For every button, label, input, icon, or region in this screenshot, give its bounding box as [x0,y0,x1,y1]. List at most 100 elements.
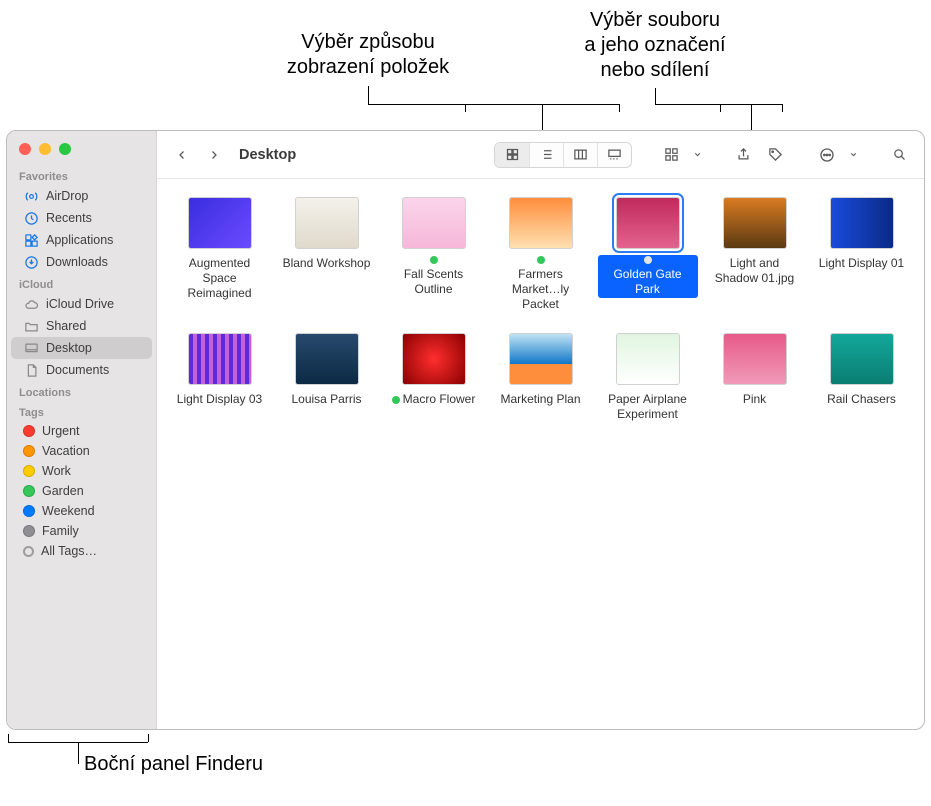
file-name: Rail Chasers [823,391,900,408]
sidebar-tag-work[interactable]: Work [11,461,152,481]
file-thumbnail [509,333,573,385]
file-thumbnail [723,333,787,385]
sidebar-tag-family[interactable]: Family [11,521,152,541]
file-item[interactable]: Paper Airplane Experiment [595,333,700,463]
file-item[interactable]: Rail Chasers [809,333,914,463]
file-item[interactable]: Fall Scents Outline [381,197,486,327]
toolbar: Desktop [157,131,924,179]
callout-line [655,88,656,104]
file-item[interactable]: Light Display 03 [167,333,272,463]
forward-button[interactable] [201,143,227,167]
sidebar-tag-all[interactable]: All Tags… [11,541,152,561]
file-name: Paper Airplane Experiment [598,391,698,423]
sidebar-item-airdrop[interactable]: AirDrop [11,185,152,207]
column-view-button[interactable] [563,143,597,167]
tag-dot-icon [23,445,35,457]
callout-bracket-end [465,104,466,112]
sidebar-item-label: Downloads [46,255,108,269]
clock-icon [23,210,39,226]
sidebar-heading-locations: Locations [7,381,156,401]
sidebar-item-label: Vacation [42,444,90,458]
sidebar-item-downloads[interactable]: Downloads [11,251,152,273]
file-item[interactable]: Pink [702,333,807,463]
airdrop-icon [23,188,39,204]
sidebar-tag-weekend[interactable]: Weekend [11,501,152,521]
file-name: Golden Gate Park [598,255,698,298]
sidebar: Favorites AirDrop Recents Applications D… [7,131,157,729]
sidebar-item-label: Applications [46,233,113,247]
file-name: Light Display 03 [173,391,266,408]
sidebar-tag-urgent[interactable]: Urgent [11,421,152,441]
callout-bracket-end [782,104,783,112]
sidebar-item-documents[interactable]: Documents [11,359,152,381]
group-by-button[interactable] [658,143,684,167]
callout-line [368,86,369,104]
close-button[interactable] [19,143,31,155]
sidebar-item-shared[interactable]: Shared [11,315,152,337]
file-tag-dot-icon [644,256,652,264]
callout-line [655,104,751,105]
file-tag-dot-icon [537,256,545,264]
file-grid: Augmented Space Reimagined Bland Workshop… [157,179,924,729]
sidebar-tag-vacation[interactable]: Vacation [11,441,152,461]
file-thumbnail [188,197,252,249]
share-button[interactable] [730,143,756,167]
file-name: Marketing Plan [496,391,584,408]
file-thumbnail [616,333,680,385]
file-item[interactable]: Golden Gate Park [595,197,700,327]
list-view-button[interactable] [529,143,563,167]
action-button[interactable] [814,143,840,167]
file-thumbnail [188,333,252,385]
callout-line [78,742,79,764]
file-name: Light Display 01 [815,255,908,272]
gallery-view-button[interactable] [597,143,631,167]
sidebar-item-recents[interactable]: Recents [11,207,152,229]
tag-dot-icon [23,505,35,517]
file-item[interactable]: Augmented Space Reimagined [167,197,272,327]
file-item[interactable]: Louisa Parris [274,333,379,463]
callout-sidebar: Boční panel Finderu [84,752,263,777]
file-thumbnail [509,197,573,249]
search-button[interactable] [886,143,912,167]
file-item[interactable]: Macro Flower [381,333,486,463]
file-item[interactable]: Farmers Market…ly Packet [488,197,593,327]
sidebar-tag-garden[interactable]: Garden [11,481,152,501]
file-name: Macro Flower [388,391,480,408]
file-name: Light and Shadow 01.jpg [705,255,805,287]
file-name: Bland Workshop [279,255,375,272]
minimize-button[interactable] [39,143,51,155]
shared-folder-icon [23,318,39,334]
zoom-button[interactable] [59,143,71,155]
file-name: Louisa Parris [287,391,365,408]
window-controls [7,139,156,165]
callout-view: Výběr způsobu zobrazení položek [258,30,478,80]
callout-bracket-end [619,104,620,112]
tag-dot-icon [23,425,35,437]
file-item[interactable]: Marketing Plan [488,333,593,463]
window-title: Desktop [239,147,296,163]
sidebar-item-applications[interactable]: Applications [11,229,152,251]
sidebar-heading-tags: Tags [7,401,156,421]
cloud-icon [23,296,39,312]
tag-dot-icon [23,465,35,477]
chevron-down-icon[interactable] [690,143,704,167]
file-item[interactable]: Light and Shadow 01.jpg [702,197,807,327]
tags-button[interactable] [762,143,788,167]
callout-bracket-end [148,734,149,742]
sidebar-item-label: Documents [46,363,109,377]
file-item[interactable]: Bland Workshop [274,197,379,327]
all-tags-icon [23,546,34,557]
sidebar-item-label: iCloud Drive [46,297,114,311]
sidebar-item-desktop[interactable]: Desktop [11,337,152,359]
icon-view-button[interactable] [495,143,529,167]
sidebar-item-label: AirDrop [46,189,88,203]
file-item[interactable]: Light Display 01 [809,197,914,327]
sidebar-item-icloud-drive[interactable]: iCloud Drive [11,293,152,315]
apps-icon [23,232,39,248]
chevron-down-icon[interactable] [846,143,860,167]
document-icon [23,362,39,378]
sidebar-heading-icloud: iCloud [7,273,156,293]
view-switcher [494,142,632,168]
back-button[interactable] [169,143,195,167]
file-thumbnail [830,333,894,385]
